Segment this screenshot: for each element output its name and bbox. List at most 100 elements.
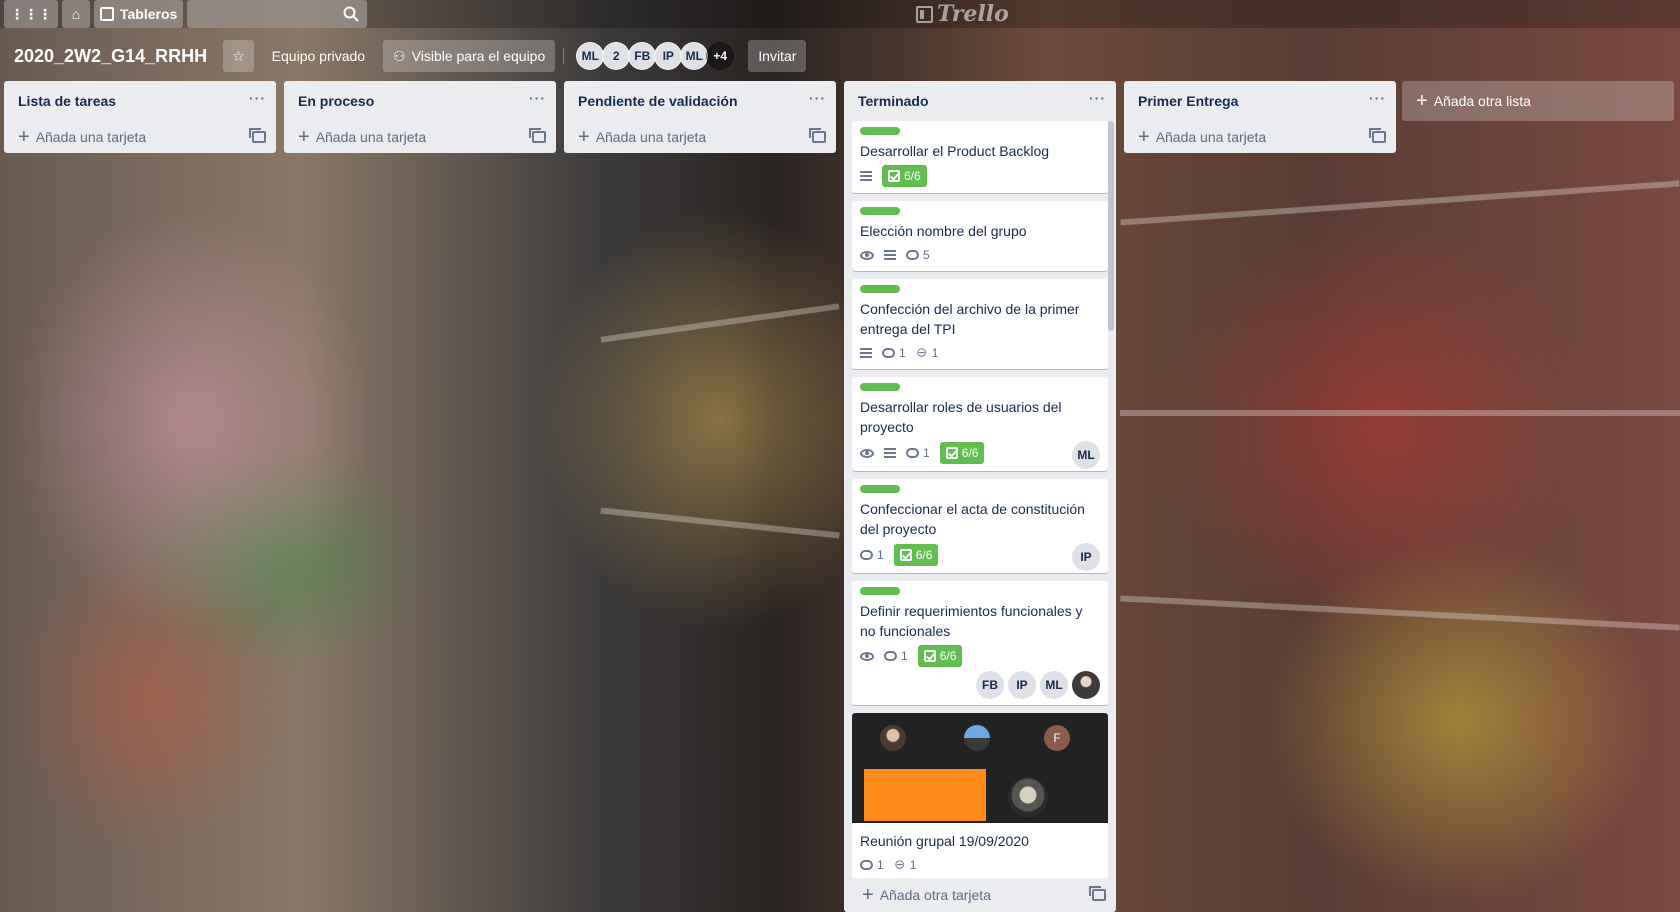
background-shelf (1120, 410, 1680, 416)
card-label-green[interactable] (860, 587, 900, 595)
apps-button[interactable]: ⋮⋮⋮ (4, 0, 58, 28)
more-members-button[interactable]: +4 (706, 42, 735, 70)
list-header[interactable]: En proceso ··· (284, 81, 556, 121)
card-footer: 1 6/6 IP (860, 543, 1100, 571)
card[interactable]: Confeccionar el acta de constitución del… (852, 479, 1108, 573)
add-card-button[interactable]: + Añada una tarjeta (564, 121, 836, 153)
list-menu-icon[interactable]: ··· (529, 90, 546, 112)
card[interactable]: F Reunión grupal 19/09/2020 1 ⊘ 1 (852, 713, 1108, 878)
checklist-badge: 6/6 (917, 645, 963, 667)
comment-icon (860, 550, 873, 560)
add-card-button[interactable]: + Añada una tarjeta (284, 121, 556, 153)
member-avatar[interactable]: ML (1040, 671, 1068, 699)
home-button[interactable]: ⌂ (62, 0, 90, 28)
comments-badge: 1 (860, 858, 884, 872)
card[interactable]: Confección del archivo de la primer entr… (852, 279, 1108, 369)
member-avatar[interactable]: FB (628, 42, 657, 70)
board-header: 2020_2W2_G14_RRHH ☆ Equipo privado ⚇ Vis… (0, 38, 807, 74)
list-header[interactable]: Primer Entrega ··· (1124, 81, 1396, 121)
trello-logo[interactable]: Trello (916, 1, 1009, 27)
card-members: ML (1072, 441, 1100, 469)
invite-button[interactable]: Invitar (748, 40, 807, 72)
comment-count: 1 (877, 548, 884, 562)
comment-count: 1 (877, 858, 884, 872)
attachments-badge: ⊘ 1 (912, 343, 938, 362)
video-participant-thumb (880, 725, 906, 751)
list-title[interactable]: Lista de tareas (18, 93, 116, 109)
card-members: IP (1072, 543, 1100, 571)
list-title[interactable]: En proceso (298, 93, 374, 109)
comments-badge: 1 (882, 346, 906, 360)
board-title[interactable]: 2020_2W2_G14_RRHH (14, 46, 207, 67)
list-menu-icon[interactable]: ··· (1089, 90, 1106, 112)
list-en-proceso: En proceso ··· + Añada una tarjeta (284, 81, 556, 153)
template-icon[interactable] (529, 128, 546, 143)
add-card-button[interactable]: + Añada otra tarjeta (844, 878, 1116, 912)
home-icon: ⌂ (71, 6, 81, 22)
card-label-green[interactable] (860, 127, 900, 135)
card-label-green[interactable] (860, 285, 900, 293)
list-scrollbar[interactable] (1108, 121, 1114, 331)
plus-icon: + (298, 126, 310, 148)
list-menu-icon[interactable]: ··· (1369, 90, 1386, 112)
add-card-button[interactable]: + Añada una tarjeta (4, 121, 276, 153)
list-header[interactable]: Pendiente de validación ··· (564, 81, 836, 121)
search-input[interactable] (187, 0, 368, 28)
comment-count: 1 (901, 649, 908, 663)
add-list-label: Añada otra lista (1433, 93, 1531, 109)
comments-badge: 1 (884, 649, 908, 663)
list-menu-icon[interactable]: ··· (249, 90, 266, 112)
checklist-count: 6/6 (915, 548, 933, 562)
plus-icon: + (578, 126, 590, 148)
card-title: Elección nombre del grupo (860, 223, 1027, 239)
team-button[interactable]: Equipo privado (262, 40, 375, 72)
member-avatar[interactable]: ML (576, 42, 605, 70)
card-label-green[interactable] (860, 383, 900, 391)
list-title[interactable]: Primer Entrega (1138, 93, 1238, 109)
comment-count: 1 (923, 446, 930, 460)
list-lista-de-tareas: Lista de tareas ··· + Añada una tarjeta (4, 81, 276, 153)
member-avatar[interactable]: ML (1072, 441, 1100, 469)
boards-button[interactable]: Tableros (94, 0, 184, 28)
attachment-icon: ⊘ (912, 343, 931, 362)
checklist-count: 6/6 (961, 446, 979, 460)
list-title[interactable]: Pendiente de validación (578, 93, 738, 109)
member-avatar[interactable]: ML (680, 42, 709, 70)
card[interactable]: Desarrollar roles de usuarios del proyec… (852, 377, 1108, 471)
list-header[interactable]: Lista de tareas ··· (4, 81, 276, 121)
list-menu-icon[interactable]: ··· (809, 90, 826, 112)
card[interactable]: Desarrollar el Product Backlog 6/6 (852, 121, 1108, 193)
template-icon[interactable] (1369, 128, 1386, 143)
card-badges: 1 ⊘ 1 (860, 343, 1100, 367)
comment-count: 1 (899, 346, 906, 360)
template-icon[interactable] (1089, 886, 1106, 901)
visibility-button[interactable]: ⚇ Visible para el equipo (383, 40, 556, 72)
list-header[interactable]: Terminado ··· (844, 81, 1116, 121)
card-cover-image: F (852, 713, 1108, 823)
comment-icon (882, 348, 895, 358)
member-avatar-photo[interactable] (1072, 671, 1100, 699)
card-badges: 1 ⊘ 1 (860, 855, 1100, 878)
member-avatar[interactable]: IP (1008, 671, 1036, 699)
template-icon[interactable] (249, 128, 266, 143)
comment-count: 5 (923, 248, 930, 262)
card-label-green[interactable] (860, 485, 900, 493)
add-list-button[interactable]: + Añada otra lista (1402, 81, 1674, 121)
list-title[interactable]: Terminado (858, 93, 929, 109)
card-badges: 6/6 (860, 165, 1100, 191)
star-button[interactable]: ☆ (223, 40, 254, 72)
member-avatar[interactable]: IP (654, 42, 683, 70)
description-icon (884, 250, 896, 260)
member-avatar[interactable]: 2 (602, 42, 631, 70)
checklist-icon (899, 549, 912, 561)
template-icon[interactable] (809, 128, 826, 143)
member-avatar[interactable]: IP (1072, 543, 1100, 571)
description-icon (860, 348, 872, 358)
watch-icon (860, 448, 874, 458)
add-card-button[interactable]: + Añada una tarjeta (1124, 121, 1396, 153)
card-label-green[interactable] (860, 207, 900, 215)
member-avatar[interactable]: FB (976, 671, 1004, 699)
card[interactable]: Definir requerimientos funcionales y no … (852, 581, 1108, 705)
comments-badge: 5 (906, 248, 930, 262)
card[interactable]: Elección nombre del grupo 5 (852, 201, 1108, 271)
